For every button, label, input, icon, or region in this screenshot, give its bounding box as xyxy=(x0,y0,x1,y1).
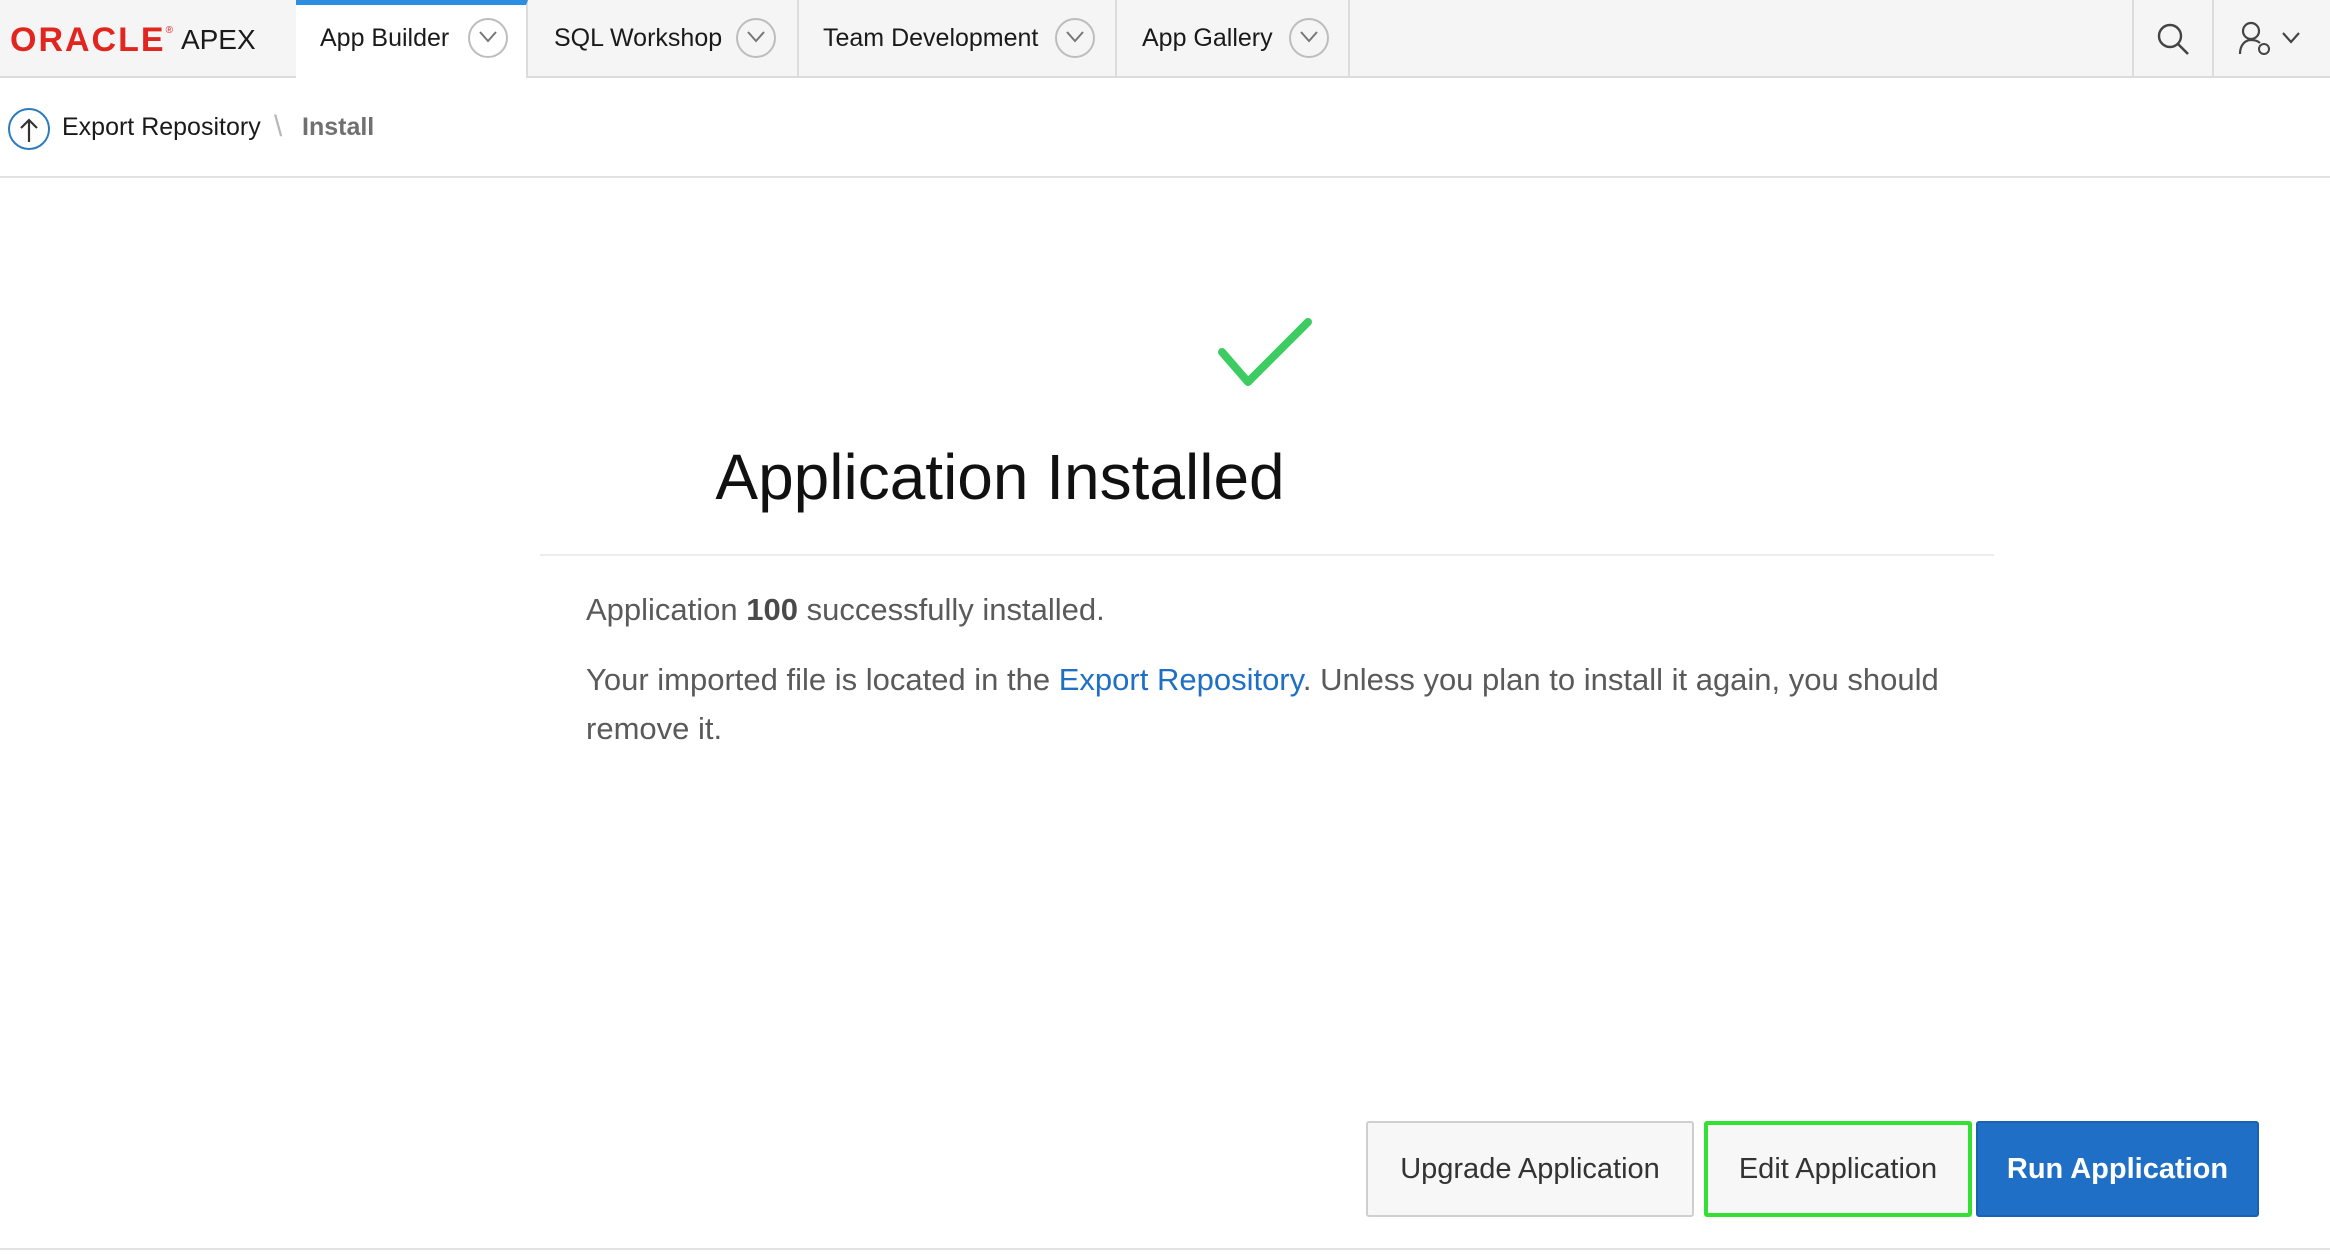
footer-divider xyxy=(0,1248,2330,1250)
export-repository-link[interactable]: Export Repository xyxy=(1059,662,1303,697)
search-icon xyxy=(2157,23,2189,55)
message-prefix: Application xyxy=(586,592,747,627)
breadcrumb-separator: \ xyxy=(274,110,283,143)
chevron-down-icon[interactable] xyxy=(736,18,776,58)
tab-label: Team Development xyxy=(823,24,1039,52)
logo-registered-mark: ® xyxy=(165,24,173,36)
run-application-button[interactable]: Run Application xyxy=(1976,1121,2259,1217)
tab-label: App Gallery xyxy=(1142,24,1273,52)
application-id: 100 xyxy=(746,592,799,627)
user-menu-button[interactable] xyxy=(2212,0,2322,76)
page-title: Application Installed xyxy=(0,440,2330,514)
chevron-down-icon[interactable] xyxy=(1055,18,1095,58)
logo-oracle-text: ORACLE xyxy=(10,20,166,59)
breadcrumb: Export Repository \ Install xyxy=(0,78,2330,178)
message-suffix: successfully installed. xyxy=(798,592,1105,627)
repository-note-message: Your imported file is located in the Exp… xyxy=(586,655,1946,753)
edit-application-button[interactable]: Edit Application xyxy=(1704,1121,1972,1217)
arrow-up-icon[interactable] xyxy=(8,108,50,150)
user-icon xyxy=(2238,21,2270,55)
tab-app-builder[interactable]: App Builder xyxy=(296,0,528,80)
tab-sql-workshop[interactable]: SQL Workshop xyxy=(528,0,799,78)
breadcrumb-export-repository[interactable]: Export Repository xyxy=(62,113,261,142)
breadcrumb-current-page: Install xyxy=(302,113,375,141)
note-prefix: Your imported file is located in the xyxy=(586,662,1059,697)
section-divider xyxy=(540,554,1994,556)
chevron-down-icon[interactable] xyxy=(1289,18,1329,58)
success-checkmark-icon xyxy=(1218,318,1312,386)
chevron-down-icon[interactable] xyxy=(468,18,508,58)
tab-label: App Builder xyxy=(320,24,450,52)
chevron-down-icon xyxy=(2282,32,2300,44)
top-navigation-bar: ORACLE ® APEX App Builder SQL Workshop T… xyxy=(0,0,2330,80)
tab-label: SQL Workshop xyxy=(554,24,723,52)
search-button[interactable] xyxy=(2132,0,2212,76)
logo-apex-text: APEX xyxy=(180,24,256,55)
tab-team-development[interactable]: Team Development xyxy=(799,0,1117,78)
tab-app-gallery[interactable]: App Gallery xyxy=(1117,0,1350,78)
upgrade-application-button[interactable]: Upgrade Application xyxy=(1366,1121,1694,1217)
page-title-text: Application Installed xyxy=(715,441,1285,513)
oracle-apex-logo[interactable]: ORACLE ® APEX xyxy=(10,20,256,60)
install-success-message: Application 100 successfully installed. xyxy=(586,592,1105,628)
